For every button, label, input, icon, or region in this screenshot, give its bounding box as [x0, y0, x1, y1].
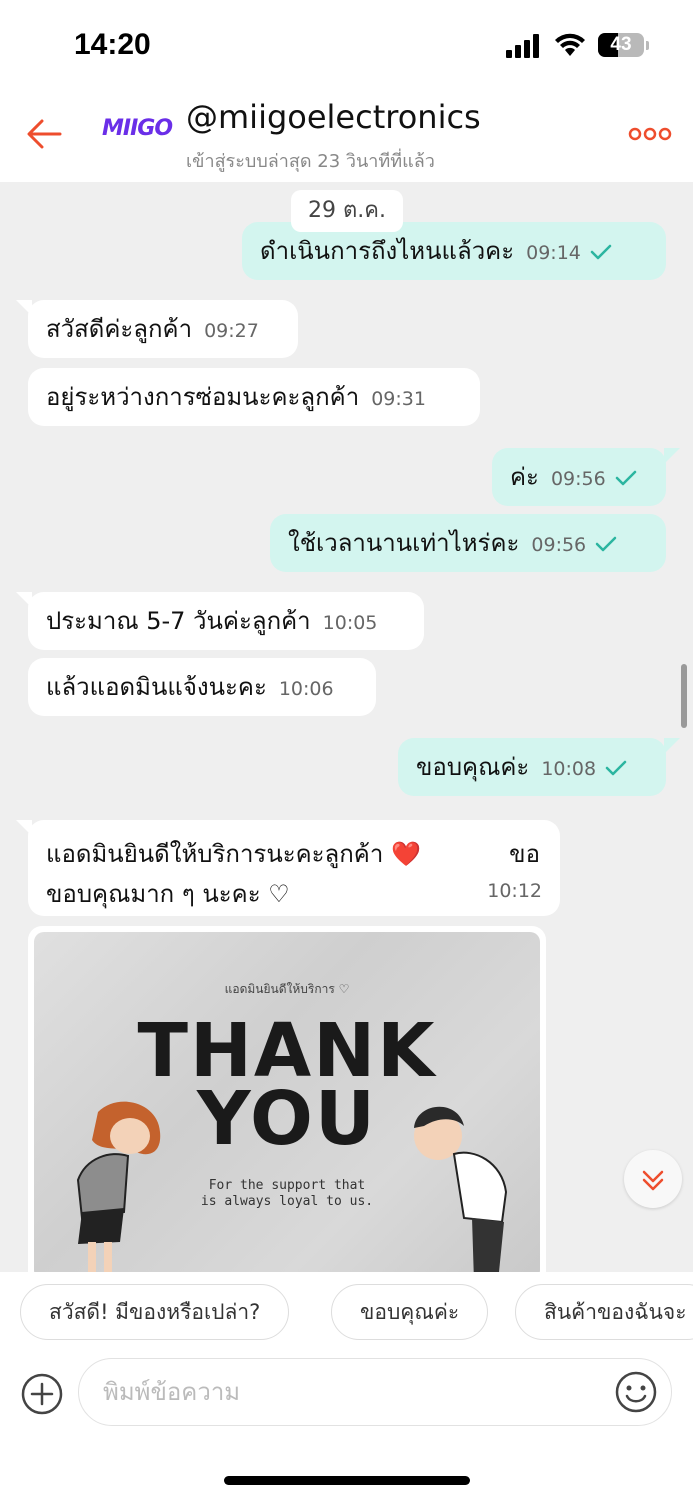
emoji-icon[interactable] — [614, 1370, 658, 1414]
status-bar: 14:20 43 — [0, 0, 693, 90]
message-time: 09:14 — [526, 242, 581, 264]
home-indicator[interactable] — [224, 1476, 470, 1485]
man-bowing-illustration — [414, 1106, 508, 1272]
message-bubble-incoming[interactable]: แล้วแอดมินแจ้งนะคะ 10:06 — [28, 658, 376, 716]
quick-replies-bar: สวัสดี! มีของหรือเปล่า? ขอบคุณค่ะ สินค้า… — [0, 1272, 693, 1352]
scrollbar[interactable] — [681, 664, 687, 728]
message-input[interactable] — [78, 1358, 672, 1426]
message-composer — [0, 1352, 693, 1500]
message-time: 10:08 — [541, 758, 597, 780]
message-text: ขอบคุณค่ะ — [416, 753, 530, 781]
message-bubble-outgoing[interactable]: ขอบคุณค่ะ 10:08 — [398, 738, 666, 796]
message-time: 09:56 — [531, 534, 587, 556]
message-text: อยู่ระหว่างการซ่อมนะคะลูกค้า — [46, 383, 360, 411]
message-time: 09:31 — [371, 388, 426, 410]
read-check-icon — [615, 470, 636, 486]
woman-bowing-illustration — [76, 1101, 161, 1272]
read-check-icon — [595, 536, 617, 552]
message-time: 10:12 — [487, 880, 542, 902]
date-separator: 29 ต.ค. — [291, 190, 403, 232]
message-bubble-incoming[interactable]: อยู่ระหว่างการซ่อมนะคะลูกค้า 09:31 — [28, 368, 480, 426]
quick-reply-chip[interactable]: สินค้าของฉันจะ — [515, 1284, 693, 1340]
message-text: ประมาณ 5-7 วันค่ะลูกค้า — [46, 607, 311, 635]
read-check-icon — [605, 760, 627, 776]
quick-reply-chip[interactable]: สวัสดี! มีของหรือเปล่า? — [20, 1284, 290, 1340]
image-small-text: แอดมินยินดีให้บริการ ♡ — [224, 982, 350, 996]
message-text-line1: แอดมินยินดีให้บริการนะคะลูกค้า ❤️ — [46, 840, 421, 868]
read-check-icon — [590, 244, 612, 260]
battery-level: 43 — [610, 34, 632, 55]
message-bubble-incoming[interactable]: ประมาณ 5-7 วันค่ะลูกค้า 10:05 — [28, 592, 424, 650]
shop-logo[interactable]: MIIGO — [102, 116, 173, 146]
image-message[interactable]: แอดมินยินดีให้บริการ ♡ THANK YOU For the… — [28, 926, 546, 1272]
message-text: สวัสดีค่ะลูกค้า — [46, 315, 193, 343]
chat-area[interactable]: ดำเนินการถึงไหนแล้วคะ 09:14 29 ต.ค. สวัสด… — [0, 182, 693, 1272]
message-bubble-outgoing[interactable]: ค่ะ 09:56 — [492, 448, 666, 506]
back-arrow-icon[interactable] — [22, 112, 66, 156]
message-bubble-incoming[interactable]: แอดมินยินดีให้บริการนะคะลูกค้า ❤️ ขอ ขอบ… — [28, 820, 560, 916]
message-text-line1-tail: ขอ — [509, 840, 540, 868]
add-attachment-icon[interactable] — [20, 1372, 64, 1416]
scroll-to-bottom-button[interactable] — [624, 1150, 682, 1208]
wifi-icon — [555, 33, 585, 56]
message-time: 09:27 — [204, 320, 259, 342]
last-seen-status: เข้าสู่ระบบล่าสุด 23 วินาทีที่แล้ว — [186, 151, 435, 172]
message-text: แล้วแอดมินแจ้งนะคะ — [46, 673, 267, 701]
status-time: 14:20 — [74, 28, 151, 61]
cellular-signal-icon — [506, 34, 542, 58]
message-text: ค่ะ — [510, 463, 539, 491]
message-bubble-incoming[interactable]: สวัสดีค่ะลูกค้า 09:27 — [28, 300, 298, 358]
chat-header: MIIGO @miigoelectronics เข้าสู่ระบบล่าสุ… — [0, 90, 693, 182]
double-chevron-down-icon — [642, 1170, 664, 1191]
thank-you-image[interactable]: แอดมินยินดีให้บริการ ♡ THANK YOU For the… — [34, 932, 540, 1272]
message-time: 10:05 — [322, 612, 378, 634]
more-options-icon[interactable] — [628, 124, 672, 144]
message-text-line2: ขอบคุณมาก ๆ นะคะ ♡ — [46, 880, 290, 908]
quick-reply-chip[interactable]: ขอบคุณค่ะ — [331, 1284, 489, 1340]
message-text: ดำเนินการถึงไหนแล้วคะ — [260, 237, 515, 265]
message-time: 09:56 — [550, 468, 606, 490]
battery-icon: 43 — [598, 33, 644, 57]
message-time: 10:06 — [278, 678, 334, 700]
shop-name[interactable]: @miigoelectronics — [186, 98, 481, 136]
message-text: ใช้เวลานานเท่าไหร่คะ — [288, 529, 520, 557]
message-bubble-outgoing[interactable]: ใช้เวลานานเท่าไหร่คะ 09:56 — [270, 514, 666, 572]
